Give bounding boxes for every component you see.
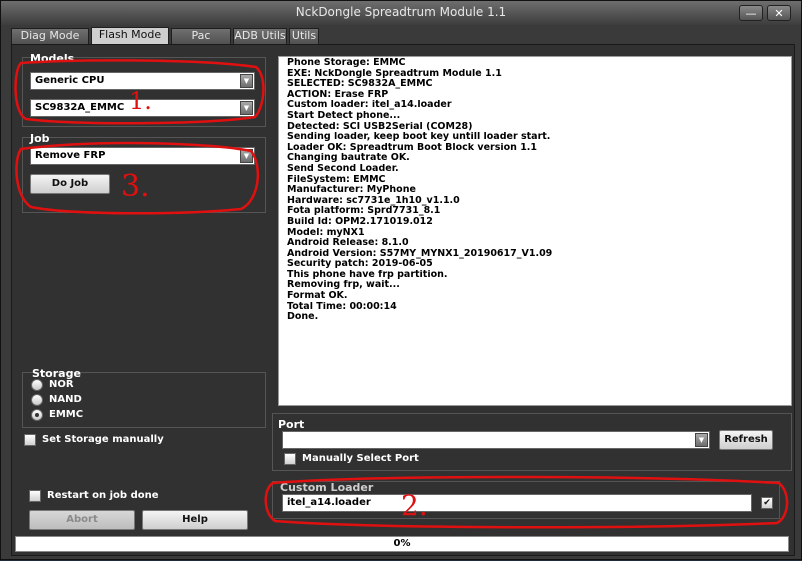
do-job-button[interactable]: Do Job xyxy=(30,174,110,194)
log-line: Security patch: 2019-06-05 xyxy=(287,259,433,270)
log-line: Send Second Loader. xyxy=(287,163,399,174)
log-line: Total Time: 00:00:14 xyxy=(287,301,397,312)
progress-bar: 0% xyxy=(15,536,789,552)
custom-loader-label: Custom Loader xyxy=(280,481,374,494)
window-title: NckDongle Spreadtrum Module 1.1 xyxy=(295,5,507,19)
log-line: Build Id: OPM2.171019.012 xyxy=(287,216,433,227)
job-select-value: Remove FRP xyxy=(35,150,106,161)
chevron-down-icon: ▼ xyxy=(240,74,253,88)
manually-select-port-checkbox[interactable] xyxy=(284,453,296,465)
log-line: Phone Storage: EMMC xyxy=(287,58,406,68)
custom-loader-checkbox[interactable]: ✔ xyxy=(761,497,773,509)
help-button[interactable]: Help xyxy=(142,510,248,530)
port-select[interactable]: ▼ xyxy=(282,431,710,449)
title-bar[interactable]: NckDongle Spreadtrum Module 1.1 — ✕ xyxy=(1,1,801,25)
log-line: Start Detect phone... xyxy=(287,110,401,121)
log-line: Format OK. xyxy=(287,291,348,302)
storage-nand-radio[interactable] xyxy=(31,394,43,406)
restart-on-job-done-label: Restart on job done xyxy=(47,490,159,501)
tab-pac-flasher[interactable]: Pac Flasher xyxy=(171,28,231,56)
set-storage-manually-checkbox[interactable] xyxy=(24,434,36,446)
progress-text: 0% xyxy=(393,538,411,549)
models-label: Models xyxy=(30,52,75,65)
log-line: Loader OK: Spreadtrum Boot Block version… xyxy=(287,142,538,153)
job-select[interactable]: Remove FRP ▼ xyxy=(30,147,255,165)
storage-nor-label: NOR xyxy=(49,379,74,390)
restart-on-job-done-checkbox[interactable] xyxy=(29,490,41,502)
abort-button[interactable]: Abort xyxy=(29,510,135,530)
log-line: Android Version: S57MY_MYNX1_20190617_V1… xyxy=(287,248,553,259)
log-line: Changing bautrate OK. xyxy=(287,153,410,164)
storage-nand-label: NAND xyxy=(49,394,82,405)
chevron-down-icon: ▼ xyxy=(240,101,253,115)
storage-nor-radio[interactable] xyxy=(31,379,43,391)
log-line: This phone have frp partition. xyxy=(287,269,448,280)
job-label: Job xyxy=(30,132,50,145)
chevron-down-icon: ▼ xyxy=(695,433,708,447)
tab-adb-utils[interactable]: ADB Utils xyxy=(233,28,287,44)
log-line: Removing frp, wait... xyxy=(287,280,400,291)
log-line: Done. xyxy=(287,312,319,323)
chevron-down-icon: ▼ xyxy=(240,149,253,163)
storage-emmc-label: EMMC xyxy=(49,409,84,420)
set-storage-manually-label: Set Storage manually xyxy=(42,434,164,445)
tab-utils[interactable]: Utils xyxy=(289,28,319,44)
minimize-button[interactable]: — xyxy=(739,5,763,21)
log-line: Manufacturer: MyPhone xyxy=(287,185,416,196)
flash-mode-panel: Models Generic CPU ▼ SC9832A_EMMC ▼ Job … xyxy=(11,44,795,556)
log-line: Fota platform: Sprd7731_8.1 xyxy=(287,206,441,217)
storage-emmc-radio[interactable] xyxy=(31,409,43,421)
log-line: Model: myNX1 xyxy=(287,227,365,238)
custom-loader-input[interactable]: itel_a14.loader xyxy=(282,494,752,512)
log-line: Hardware: sc7731e_1h10_v1.1.0 xyxy=(287,195,460,206)
refresh-button[interactable]: Refresh xyxy=(719,430,773,450)
log-line: Custom loader: itel_a14.loader xyxy=(287,100,452,111)
log-line: SELECTED: SC9832A_EMMC xyxy=(287,79,433,90)
log-line: EXE: NckDongle Spreadtrum Module 1.1 xyxy=(287,68,502,79)
tab-diag-mode-utils[interactable]: Diag Mode Utils xyxy=(11,28,89,56)
manually-select-port-label: Manually Select Port xyxy=(302,453,419,464)
log-line: Detected: SCI USB2Serial (COM28) xyxy=(287,121,473,132)
log-line: Android Release: 8.1.0 xyxy=(287,238,409,249)
log-line: FileSystem: EMMC xyxy=(287,174,386,185)
port-label: Port xyxy=(278,418,305,431)
log-line: ACTION: Erase FRP xyxy=(287,89,389,100)
close-button[interactable]: ✕ xyxy=(767,5,791,21)
model-select[interactable]: SC9832A_EMMC ▼ xyxy=(30,99,255,117)
cpu-select[interactable]: Generic CPU ▼ xyxy=(30,72,255,90)
app-window: NckDongle Spreadtrum Module 1.1 — ✕ Diag… xyxy=(0,0,802,560)
cpu-select-value: Generic CPU xyxy=(35,75,105,86)
log-line: Sending loader, keep boot key untill loa… xyxy=(287,132,551,143)
tab-flash-mode-utils[interactable]: Flash Mode Utils xyxy=(91,27,169,55)
log-output[interactable]: Phone Storage: EMMC EXE: NckDongle Spread… xyxy=(278,56,792,406)
model-select-value: SC9832A_EMMC xyxy=(35,102,125,113)
